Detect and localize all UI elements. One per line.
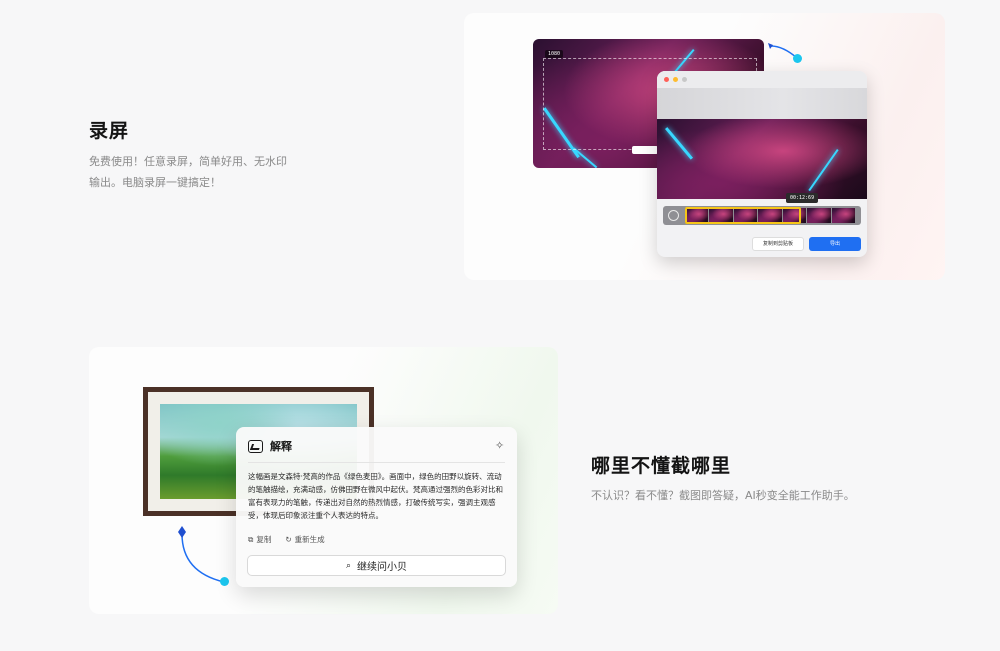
explain-logo-icon xyxy=(248,439,263,453)
regenerate-action[interactable]: ↻ 重新生成 xyxy=(285,534,324,545)
video-timeline[interactable] xyxy=(663,206,861,225)
copy-to-clipboard-button[interactable]: 复制到剪贴板 xyxy=(752,237,804,251)
refresh-icon: ↻ xyxy=(285,535,292,544)
ai-desc: 不认识？看不懂？截图即答疑，AI秒变全能工作助手。 xyxy=(591,489,855,502)
window-blurred-area xyxy=(657,88,867,119)
record-title: 录屏 xyxy=(89,120,130,142)
maximize-dot-icon[interactable] xyxy=(682,77,687,82)
minimize-dot-icon[interactable] xyxy=(673,77,678,82)
ai-answer-popup: 解释 ✧ 这幅画是文森特·梵高的作品《绿色麦田》。画面中，绿色的田野以旋转、流动… xyxy=(236,427,517,587)
selection-size-tag: 1080 xyxy=(545,50,564,58)
pointer-dot xyxy=(793,54,802,63)
play-icon[interactable] xyxy=(668,210,679,221)
light-beam xyxy=(665,127,694,160)
record-desc: 免费使用！任意录屏，简单好用、无水印 输出。电脑录屏一键搞定！ xyxy=(89,151,287,193)
ai-title: 哪里不懂截哪里 xyxy=(591,455,732,477)
pointer-dot xyxy=(220,577,229,586)
copy-icon: ⧉ xyxy=(248,534,254,544)
regenerate-label: 重新生成 xyxy=(294,535,325,544)
copy-label: 复制 xyxy=(256,535,272,544)
pointer-connector xyxy=(178,526,225,583)
recording-window xyxy=(657,71,867,257)
divider xyxy=(248,462,505,463)
page: 录屏 免费使用！任意录屏，简单好用、无水印 输出。电脑录屏一键搞定！ 1080 … xyxy=(0,0,1000,651)
light-beam xyxy=(808,149,839,192)
close-dot-icon[interactable] xyxy=(664,77,669,82)
window-titlebar xyxy=(657,71,867,88)
continue-ask-label: 继续问小贝 xyxy=(357,562,408,573)
answer-actions: ⧉ 复制 ↻ 重新生成 xyxy=(248,534,325,545)
export-button[interactable]: 导出 xyxy=(809,237,861,251)
search-icon: ⌕ xyxy=(345,560,352,571)
recording-preview-image xyxy=(657,119,867,199)
timeline-selection-handle[interactable] xyxy=(685,207,801,224)
timeline-timestamp: 00:12:69 xyxy=(786,193,819,203)
popup-title: 解释 xyxy=(270,440,292,453)
record-desc-line1: 免费使用！任意录屏，简单好用、无水印 xyxy=(89,155,287,168)
continue-ask-button[interactable]: ⌕ 继续问小贝 xyxy=(247,555,506,576)
popup-header: 解释 xyxy=(248,438,292,454)
timeline-frame xyxy=(807,208,831,223)
selection-toolbar[interactable] xyxy=(632,146,658,154)
timeline-frame xyxy=(831,208,855,223)
answer-text: 这幅画是文森特·梵高的作品《绿色麦田》。画面中，绿色的田野以旋转、流动的笔触描绘… xyxy=(248,472,503,520)
record-desc-line2: 输出。电脑录屏一键搞定！ xyxy=(89,176,221,189)
copy-action[interactable]: ⧉ 复制 xyxy=(248,534,271,545)
pin-icon[interactable]: ✧ xyxy=(495,439,504,452)
